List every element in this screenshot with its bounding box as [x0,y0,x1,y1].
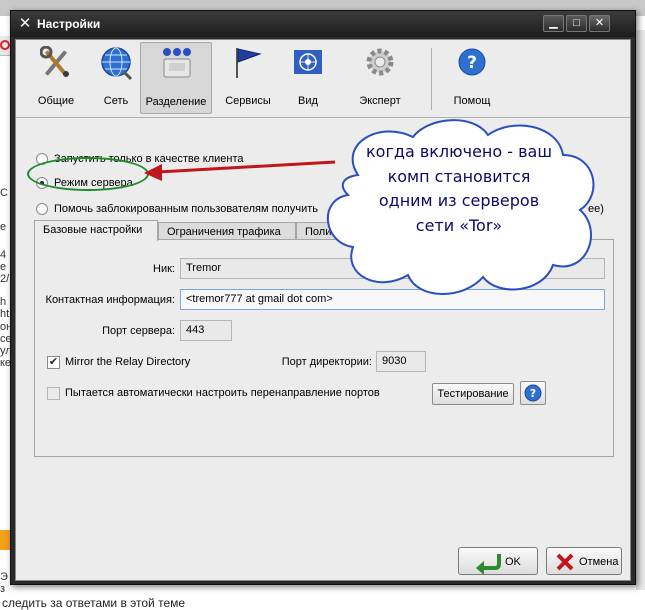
callout-line: сети «Tor» [415,215,503,235]
title-bar[interactable]: ✕ Настройки ▁ □ ✕ [11,11,635,37]
globe-icon [101,47,132,80]
cancel-x-icon [556,553,574,571]
ok-check-icon [476,554,501,574]
auto-port-forward-checkbox[interactable] [47,387,60,400]
tor-settings-icon: ✕ [18,15,32,32]
tab-bandwidth-limits[interactable]: Ограничения трафика [158,222,296,240]
background-right-strip [636,30,645,590]
test-button[interactable]: Тестирование [432,383,514,405]
toolbar-item-label: Разделение [145,96,207,108]
callout-line: одним из серверов [378,191,540,210]
window-title: Настройки [37,17,101,31]
cancel-label: Отмена [579,556,619,568]
flag-icon [236,48,262,78]
port-forward-help-button[interactable]: ? [520,381,546,405]
minimize-button[interactable]: ▁ [543,15,564,32]
tab-basic-settings[interactable]: Базовые настройки [34,220,158,241]
annotation-highlight-ellipse [27,157,149,191]
background-red-icon [0,40,10,50]
tools-icon [40,46,69,77]
dir-port-input[interactable]: 9030 [376,351,426,372]
un-emblem-icon [294,50,322,74]
nick-label: Ник: [153,263,175,275]
maximize-button[interactable]: □ [566,15,587,32]
toolbar-item-label: Помощ [453,95,491,107]
toolbar-item-label: Вид [298,95,318,107]
help-icon: ? [524,384,542,402]
annotation-callout-text: когда включено - ваш комп становится одн… [318,140,600,238]
toolbar-item-advanced[interactable]: Эксперт [344,42,416,114]
dir-port-label: Порт директории: [281,356,372,368]
settings-toolbar: Общие Сеть Разделение Сервисы Вид Экспер… [16,40,630,118]
help-icon: ? [458,48,486,76]
radio-button[interactable] [36,203,48,215]
toolbar-item-view[interactable]: Вид [272,42,344,114]
radio-label: Помочь заблокированным пользователям пол… [54,203,318,215]
mirror-directory-label: Mirror the Relay Directory [65,356,191,368]
cancel-button[interactable]: Отмена [546,547,622,575]
server-port-input[interactable]: 443 [180,320,232,341]
contact-label: Контактная информация: [45,294,175,306]
auto-port-forward-label: Пытается автоматически настроить перенап… [65,387,380,399]
gear-icon [366,48,394,76]
tab-label: Ограничения трафика [167,226,281,238]
toolbar-item-label: Эксперт [359,95,401,107]
background-fragment: з [0,584,6,595]
toolbar-separator [431,48,432,110]
close-button[interactable]: ✕ [589,15,610,32]
relay-sharing-icon [163,48,191,78]
svg-text:?: ? [467,53,477,73]
callout-line: комп становится [387,166,531,186]
callout-line: когда включено - ваш [366,142,552,161]
toolbar-item-sharing[interactable]: Разделение [140,42,212,114]
tab-label: Базовые настройки [43,224,143,236]
toolbar-item-help[interactable]: ? Помощ [436,42,508,114]
ok-button[interactable]: OK [458,547,538,575]
svg-text:?: ? [530,387,536,400]
ok-label: OK [505,556,521,568]
annotation-arrow [144,160,336,181]
server-port-label: Порт сервера: [102,325,175,337]
mirror-directory-checkbox[interactable]: ✔ [47,356,60,369]
background-bottom-text: следить за ответами в этой теме [2,596,186,610]
